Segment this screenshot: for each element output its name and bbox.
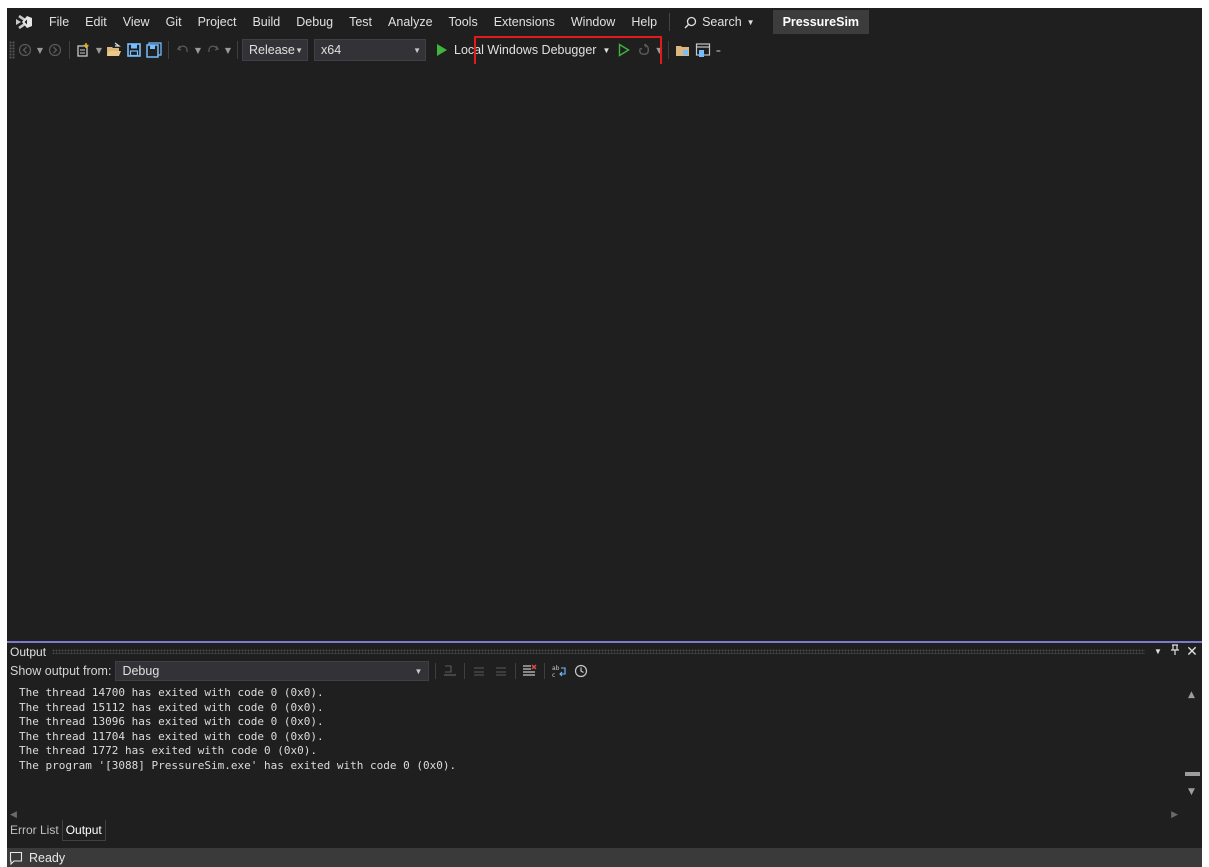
output-panel: Output ▼ ✕ Show output from: Debug ▼ ab … <box>7 641 1202 820</box>
pin-icon[interactable] <box>1168 644 1182 659</box>
search-label: Search <box>702 15 742 29</box>
output-line: The thread 13096 has exited with code 0 … <box>19 715 324 729</box>
menu-edit[interactable]: Edit <box>77 8 115 36</box>
scrollbar-thumb[interactable] <box>1185 772 1200 776</box>
project-name-badge[interactable]: PressureSim <box>772 10 870 34</box>
menu-help[interactable]: Help <box>623 8 665 36</box>
timestamp-icon[interactable] <box>570 661 592 681</box>
menu-analyze[interactable]: Analyze <box>380 8 440 36</box>
chevron-down-icon: ▼ <box>413 45 421 55</box>
editor-area <box>7 64 1202 641</box>
clear-all-icon[interactable] <box>519 661 541 681</box>
word-wrap-icon[interactable]: ab c <box>548 661 570 681</box>
menu-window[interactable]: Window <box>563 8 623 36</box>
chevron-down-icon[interactable]: ▼ <box>223 39 233 61</box>
status-bar: Ready <box>7 848 1202 867</box>
save-icon[interactable] <box>124 39 144 61</box>
menu-bar: File Edit View Git Project Build Debug T… <box>7 8 1202 36</box>
solution-configuration-select[interactable]: Release ▼ <box>242 39 308 61</box>
menu-tools[interactable]: Tools <box>441 8 486 36</box>
configuration-value: Release <box>249 43 295 57</box>
navigate-back-icon[interactable] <box>15 39 35 61</box>
output-text-area[interactable]: The thread 14700 has exited with code 0 … <box>7 684 1183 796</box>
scroll-right-icon[interactable]: ▶ <box>1171 810 1178 820</box>
chevron-down-icon[interactable]: ▼ <box>94 39 104 61</box>
window-layout-icon[interactable] <box>693 39 713 61</box>
chevron-down-icon: ▼ <box>295 45 303 55</box>
open-file-icon[interactable] <box>104 39 124 61</box>
menu-extensions[interactable]: Extensions <box>486 8 563 36</box>
output-line: The thread 1772 has exited with code 0 (… <box>19 744 318 758</box>
menu-project[interactable]: Project <box>190 8 245 36</box>
find-message-icon[interactable] <box>439 661 461 681</box>
navigate-forward-icon[interactable] <box>45 39 65 61</box>
chevron-down-icon[interactable]: ▼ <box>193 39 203 61</box>
vertical-scrollbar[interactable]: ▲ ▼ <box>1183 684 1202 812</box>
notification-icon[interactable] <box>9 851 23 865</box>
toolbar-separator <box>69 41 70 59</box>
tab-output[interactable]: Output <box>61 820 106 841</box>
scroll-left-icon[interactable]: ◀ <box>10 810 17 820</box>
chevron-down-icon[interactable]: ▼ <box>35 39 45 61</box>
chevron-down-icon: ▼ <box>746 17 755 27</box>
output-line: The program '[3088] PressureSim.exe' has… <box>19 758 457 772</box>
visual-studio-logo-icon[interactable] <box>7 8 41 36</box>
window-position-icon[interactable]: ▼ <box>1151 647 1165 656</box>
previous-message-icon[interactable] <box>468 661 490 681</box>
toolbar-overflow-icon[interactable]: ₌ <box>713 39 723 61</box>
status-text: Ready <box>29 850 66 865</box>
toolbar-separator <box>435 663 437 679</box>
output-toolbar: Show output from: Debug ▼ ab c <box>7 660 1202 682</box>
output-source-value: Debug <box>122 664 160 678</box>
toolbar-separator <box>668 41 670 59</box>
tool-window-tabs: Error List Output <box>7 820 1202 842</box>
platform-value: x64 <box>321 43 342 57</box>
output-title: Output <box>10 644 47 659</box>
search-button[interactable]: Search ▼ <box>676 8 763 36</box>
menu-test[interactable]: Test <box>341 8 380 36</box>
menu-git[interactable]: Git <box>158 8 190 36</box>
menu-build[interactable]: Build <box>244 8 288 36</box>
search-icon <box>684 16 697 28</box>
scroll-up-icon[interactable]: ▲ <box>1188 690 1195 700</box>
output-line: The thread 15112 has exited with code 0 … <box>19 700 324 714</box>
svg-text:c: c <box>552 672 555 678</box>
titlebar-grip <box>52 649 1145 654</box>
output-line: The thread 11704 has exited with code 0 … <box>19 729 324 743</box>
toolbar-separator <box>237 41 238 59</box>
chevron-down-icon: ▼ <box>414 666 423 676</box>
toolbar-separator <box>515 663 517 679</box>
output-line: The thread 14700 has exited with code 0 … <box>19 686 324 699</box>
play-icon <box>437 44 447 56</box>
toolbar-separator <box>168 41 169 59</box>
toolbar-separator <box>544 663 546 679</box>
tab-error-list[interactable]: Error List <box>7 820 62 841</box>
solution-explorer-icon[interactable] <box>673 39 693 61</box>
solution-platform-select[interactable]: x64 ▼ <box>314 39 426 61</box>
save-all-icon[interactable] <box>144 39 164 61</box>
output-source-select[interactable]: Debug ▼ <box>115 661 430 681</box>
undo-icon[interactable] <box>173 39 193 61</box>
scroll-down-icon[interactable]: ▼ <box>1188 787 1195 797</box>
output-titlebar[interactable]: Output ▼ ✕ <box>7 643 1202 660</box>
svg-text:ab: ab <box>552 665 560 672</box>
close-icon[interactable]: ✕ <box>1185 643 1199 660</box>
redo-icon[interactable] <box>203 39 223 61</box>
menu-file[interactable]: File <box>41 8 77 36</box>
menu-debug[interactable]: Debug <box>288 8 341 36</box>
next-message-icon[interactable] <box>490 661 512 681</box>
show-output-from-label: Show output from: <box>10 664 112 678</box>
menu-separator <box>669 13 671 31</box>
toolbar-separator <box>464 663 466 679</box>
new-project-icon[interactable] <box>74 39 94 61</box>
menu-view[interactable]: View <box>115 8 158 36</box>
visual-studio-window: File Edit View Git Project Build Debug T… <box>7 8 1202 867</box>
